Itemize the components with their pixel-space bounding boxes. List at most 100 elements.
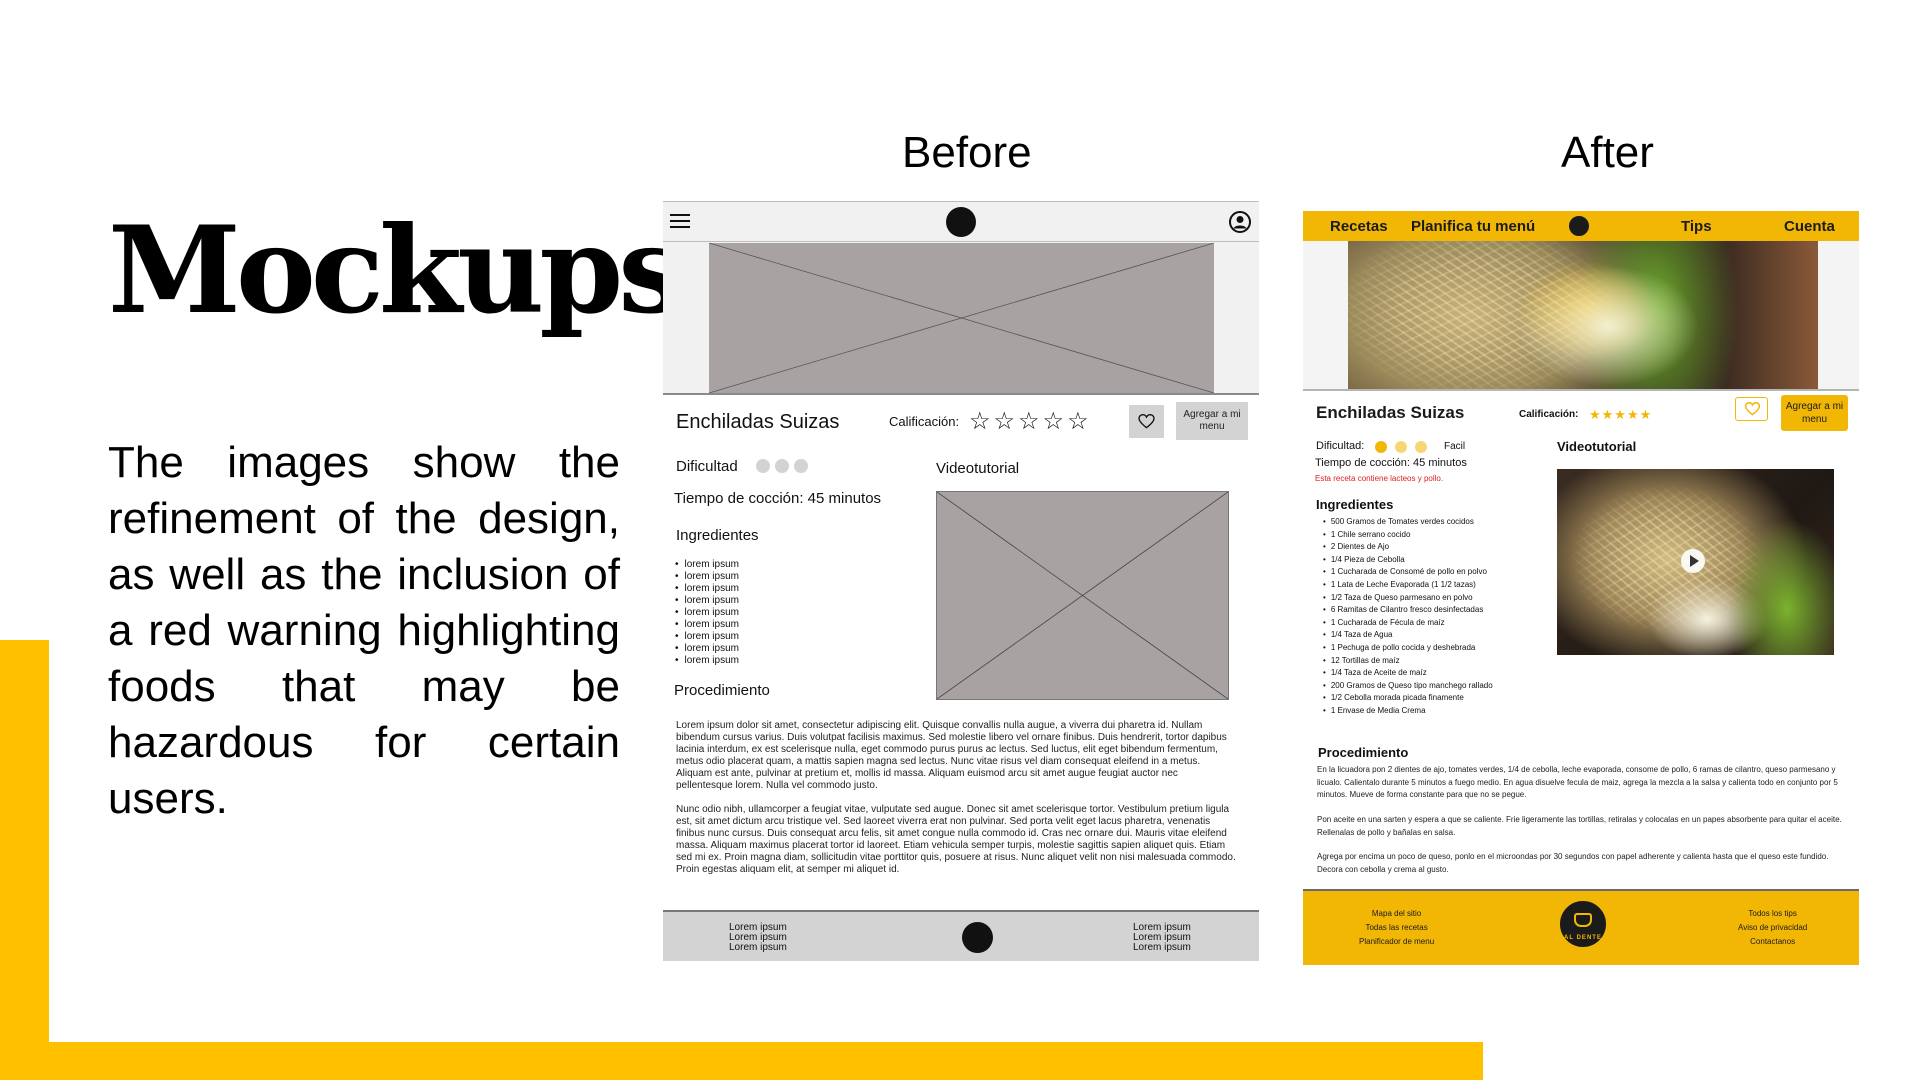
difficulty-indicator [756,459,813,478]
footer-links-right: Lorem ipsum Lorem ipsum Lorem ipsum [1133,923,1191,953]
cook-time: Tiempo de cocción: 45 minutos [1315,457,1467,469]
procedure-paragraph: Lorem ipsum dolor sit amet, consectetur … [676,720,1227,791]
slide-description: The images show the refinement of the de… [108,438,620,823]
list-item: 200 Gramos de Queso tipo manchego rallad… [1323,680,1493,693]
rating-stars[interactable]: ☆☆☆☆☆ [969,407,1092,436]
hero-section [1303,241,1859,391]
video-player[interactable] [1557,469,1834,655]
chef-hat-icon [1574,913,1592,927]
list-item: lorem ipsum [675,607,739,619]
before-label: Before [902,128,1032,177]
list-item: 1/4 Taza de Aceite de maíz [1323,667,1493,680]
footer-logo-text: AL DENTE [1564,935,1602,941]
list-item: lorem ipsum [675,619,739,631]
list-item: 1/2 Cebolla morada picada finamente [1323,692,1493,705]
logo-placeholder[interactable] [946,207,976,237]
list-item: 1 Cucharada de Consomé de pollo en polvo [1323,566,1493,579]
favorite-button[interactable] [1129,405,1164,438]
video-title: Videotutorial [936,460,1020,477]
allergy-warning: Esta receta contiene lacteos y pollo. [1315,474,1444,483]
procedure-paragraph: Nunc odio nibh, ullamcorper a feugiat vi… [676,804,1236,875]
list-item: lorem ipsum [675,655,739,667]
video-title: Videotutorial [1557,439,1637,454]
list-item: 1 Cucharada de Fécula de maíz [1323,617,1493,630]
accent-bar-bottom [0,1042,1483,1080]
list-item: lorem ipsum [675,595,739,607]
procedure-step: Pon aceite en una sarten y espera a que … [1317,815,1842,837]
procedure-step: Agrega por encima un poco de queso, ponl… [1317,852,1829,874]
wireframe-footer: Lorem ipsum Lorem ipsum Lorem ipsum Lore… [663,910,1259,961]
hero-image-placeholder [709,243,1214,393]
footer-link-tips[interactable]: Todos los tips [1738,907,1807,921]
list-item: 1 Chile serrano cocido [1323,529,1493,542]
add-to-menu-button[interactable]: Agregar a mi menu [1176,402,1248,440]
footer-links-left: Mapa del sitio Todas las recetas Planifi… [1359,907,1434,949]
list-item: 12 Tortillas de maíz [1323,655,1493,668]
footer-link-sitemap[interactable]: Mapa del sitio [1359,907,1434,921]
list-item: 1/4 Taza de Agua [1323,629,1493,642]
recipe-title: Enchiladas Suizas [1316,403,1465,422]
footer: Mapa del sitio Todas las recetas Planifi… [1303,889,1859,965]
ingredients-list: lorem ipsum lorem ipsum lorem ipsum lore… [675,559,739,667]
difficulty-value: Facil [1444,441,1466,452]
favorite-button[interactable] [1735,397,1768,421]
procedure-title: Procedimiento [674,682,770,699]
ingredients-list: 500 Gramos de Tomates verdes cocidos 1 C… [1323,516,1493,718]
list-item: lorem ipsum [675,643,739,655]
footer-link[interactable]: Lorem ipsum [1133,943,1191,953]
before-wireframe: Enchiladas Suizas Calificación: ☆☆☆☆☆ Ag… [663,201,1259,961]
hamburger-menu-icon[interactable] [670,214,690,230]
slide-title: Mockups [108,200,686,341]
ingredients-title: Ingredientes [676,527,759,544]
nav-item-tips[interactable]: Tips [1681,218,1712,235]
brand-logo[interactable] [1567,214,1591,238]
procedure-title: Procedimiento [1318,745,1409,760]
footer-links-right: Todos los tips Aviso de privacidad Conta… [1738,907,1807,949]
accent-bar-left [0,640,49,1080]
list-item: lorem ipsum [675,583,739,595]
difficulty-indicator [1375,440,1435,458]
list-item: 500 Gramos de Tomates verdes cocidos [1323,516,1493,529]
footer-logo-placeholder [962,922,993,953]
procedure-step: En la licuadora pon 2 dientes de ajo, to… [1317,765,1838,799]
footer-logo[interactable]: AL DENTE [1558,899,1608,949]
list-item: 1/4 Pieza de Cebolla [1323,554,1493,567]
recipe-title: Enchiladas Suizas [676,411,840,433]
list-item: 1 Lata de Leche Evaporada (1 1/2 tazas) [1323,579,1493,592]
difficulty-label: Dificultad: [1316,440,1365,452]
after-label: After [1561,128,1654,177]
wireframe-navbar [663,201,1259,242]
nav-item-recetas[interactable]: Recetas [1330,218,1388,235]
footer-link-contact[interactable]: Contactanos [1738,935,1807,949]
heart-icon [1138,414,1155,429]
heart-icon [1745,402,1760,416]
list-item: lorem ipsum [675,571,739,583]
user-account-icon[interactable] [1229,211,1251,233]
ingredients-title: Ingredientes [1316,497,1394,512]
footer-link[interactable]: Lorem ipsum [729,943,787,953]
footer-links-left: Lorem ipsum Lorem ipsum Lorem ipsum [729,923,787,953]
footer-link-privacy[interactable]: Aviso de privacidad [1738,921,1807,935]
add-to-menu-button[interactable]: Agregar a mi menu [1781,395,1848,431]
play-icon[interactable] [1681,549,1705,573]
nav-item-cuenta[interactable]: Cuenta [1784,218,1835,235]
nav-item-planifica[interactable]: Planifica tu menú [1411,218,1535,235]
list-item: 2 Dientes de Ajo [1323,541,1493,554]
list-item: 1 Pechuga de pollo cocida y deshebrada [1323,642,1493,655]
list-item: 6 Ramitas de Cilantro fresco desinfectad… [1323,604,1493,617]
list-item: 1/2 Taza de Queso parmesano en polvo [1323,592,1493,605]
list-item: lorem ipsum [675,631,739,643]
video-placeholder[interactable] [936,491,1229,700]
rating-stars[interactable]: ★★★★★ [1589,407,1652,423]
footer-link-recipes[interactable]: Todas las recetas [1359,921,1434,935]
list-item: 1 Envase de Media Crema [1323,705,1493,718]
footer-link-planner[interactable]: Planificador de menu [1359,935,1434,949]
rating-label: Calificación: [1519,409,1579,420]
navbar: Recetas Planifica tu menú Tips Cuenta [1303,211,1859,241]
after-mockup: Recetas Planifica tu menú Tips Cuenta En… [1303,211,1859,965]
cook-time: Tiempo de cocción: 45 minutos [674,490,882,507]
hero-section [663,242,1259,395]
list-item: lorem ipsum [675,559,739,571]
rating-label: Calificación: [889,414,960,429]
difficulty-label: Dificultad [676,458,738,475]
